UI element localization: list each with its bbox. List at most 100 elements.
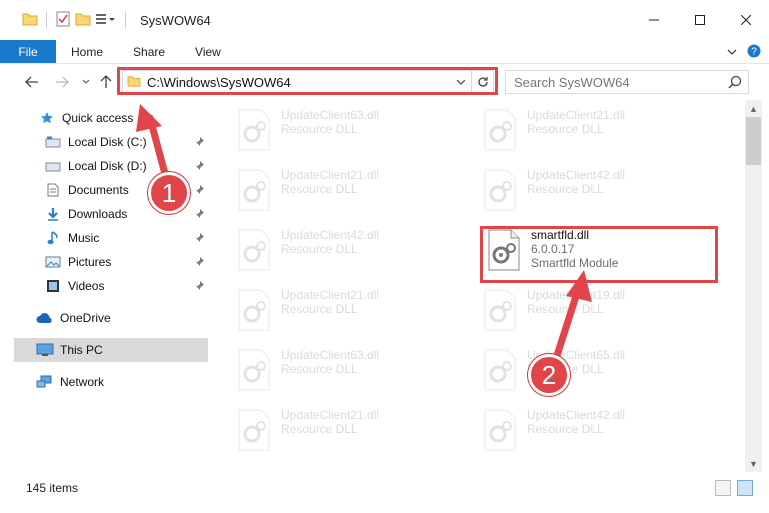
file-name: UpdateClient42.dll [527,408,626,422]
list-item[interactable]: UpdateClient19.dll Resource DLL [481,288,711,340]
scroll-up-button[interactable]: ▲ [745,100,762,117]
dll-file-icon [238,289,270,331]
vertical-scrollbar[interactable]: ▲ ▼ [745,100,762,472]
dll-file-icon [484,169,516,211]
list-item[interactable]: UpdateClient42.dll Resource DLL [481,168,711,220]
list-item[interactable]: UpdateClient21.dll Resource DLL [235,288,465,340]
pin-icon[interactable] [194,232,204,246]
list-item[interactable]: UpdateClient42.dll Resource DLL [235,228,465,280]
pin-icon[interactable] [194,208,204,222]
file-description: Resource DLL [527,182,604,196]
nav-item-label: Quick access [62,111,134,125]
new-folder-icon[interactable] [75,12,91,29]
svg-text:?: ? [751,46,757,57]
step-2-badge: 2 [528,354,570,396]
search-input[interactable] [514,74,714,90]
quick-access-toolbar [22,11,130,30]
list-item[interactable]: UpdateClient65.dllResource DLL [481,348,711,400]
pin-icon[interactable] [194,160,204,174]
scroll-down-button[interactable]: ▼ [745,455,762,472]
network-icon [36,373,54,391]
nav-item-label: Local Disk (D:) [68,159,147,173]
tab-home[interactable]: Home [56,40,118,63]
dll-file-icon [484,409,516,451]
dll-file-icon [238,229,270,271]
large-icons-view-button[interactable] [737,480,753,496]
list-item[interactable]: UpdateClient21.dll Resource DLL [481,108,711,160]
nav-item-label: Network [60,375,105,389]
maximize-button[interactable] [677,0,723,40]
list-item[interactable]: UpdateClient42.dll Resource DLL [481,408,711,460]
videos-icon [44,277,62,295]
nav-item-label: Local Disk (C:) [68,135,147,149]
file-name: UpdateClient42.dll [281,228,380,242]
downloads-icon [44,205,62,223]
pin-icon[interactable] [194,184,204,198]
nav-item-music[interactable]: Music [44,226,208,250]
file-description: Resource DLL [527,422,604,436]
music-icon [44,229,62,247]
pin-icon[interactable] [194,256,204,270]
nav-item-label: OneDrive [60,311,111,325]
close-button[interactable] [723,0,769,40]
search-icon[interactable] [728,75,742,92]
nav-this-pc[interactable]: This PC [14,338,208,362]
list-item[interactable]: UpdateClient63.dll Resource DLL [235,108,465,160]
drive-icon [44,133,62,151]
dll-file-icon [238,169,270,211]
tab-view[interactable]: View [180,40,236,63]
nav-item-label: Pictures [68,255,112,269]
file-description: Resource DLL [281,242,358,256]
window-controls [631,0,769,40]
recent-locations-button[interactable] [76,72,96,92]
minimize-button[interactable] [631,0,677,40]
back-button[interactable] [22,72,42,92]
nav-item-videos[interactable]: Videos [44,274,208,298]
expand-ribbon-icon[interactable] [727,45,737,59]
dll-file-icon [238,109,270,151]
nav-onedrive[interactable]: OneDrive [36,306,208,330]
tab-share[interactable]: Share [118,40,180,63]
scroll-thumb[interactable] [746,117,761,165]
documents-icon [44,181,62,199]
file-name: UpdateClient42.dll [527,168,626,182]
step-1-badge: 1 [148,172,190,214]
dll-file-icon [238,409,270,451]
customize-toolbar-icon[interactable] [95,12,117,29]
computer-icon [36,341,54,359]
tab-file[interactable]: File [0,40,56,63]
file-description: Resource DLL [281,182,358,196]
file-name: UpdateClient21.dll [281,168,380,182]
nav-network[interactable]: Network [36,370,208,394]
nav-item-label: Music [68,231,100,245]
nav-item-local-disk-c[interactable]: Local Disk (C:) [44,130,208,154]
file-list: UpdateClient63.dll Resource DLL UpdateCli… [215,100,745,470]
up-button[interactable] [96,72,116,92]
forward-button[interactable] [52,72,72,92]
properties-icon[interactable] [55,11,71,30]
status-bar: 145 items [0,476,769,500]
nav-quick-access[interactable]: Quick access [38,106,232,130]
pin-icon[interactable] [194,136,204,150]
details-view-button[interactable] [715,480,731,496]
pin-icon[interactable] [194,280,204,294]
nav-item-label: This PC [60,343,103,357]
dll-file-icon [484,109,516,151]
search-box[interactable] [505,70,749,94]
nav-item-pictures[interactable]: Pictures [44,250,208,274]
list-item[interactable]: UpdateClient21.dll Resource DLL [235,408,465,460]
list-item[interactable]: UpdateClient21.dll Resource DLL [235,168,465,220]
folder-icon[interactable] [22,12,38,29]
nav-item-local-disk-d[interactable]: Local Disk (D:) [44,154,208,178]
list-item[interactable]: UpdateClient63.dll Resource DLL [235,348,465,400]
dll-file-icon [484,289,516,331]
file-description: Resource DLL [281,122,358,136]
window-title: SysWOW64 [140,12,211,28]
cloud-icon [36,309,54,327]
help-icon[interactable]: ? [747,44,761,61]
ribbon-right-controls: ? [727,40,761,64]
navigation-pane: Quick access Local Disk (C:) Local Disk … [14,100,208,470]
file-name: UpdateClient21.dll [281,288,380,302]
dll-file-icon [484,349,516,391]
file-name: UpdateClient63.dll [281,348,380,362]
